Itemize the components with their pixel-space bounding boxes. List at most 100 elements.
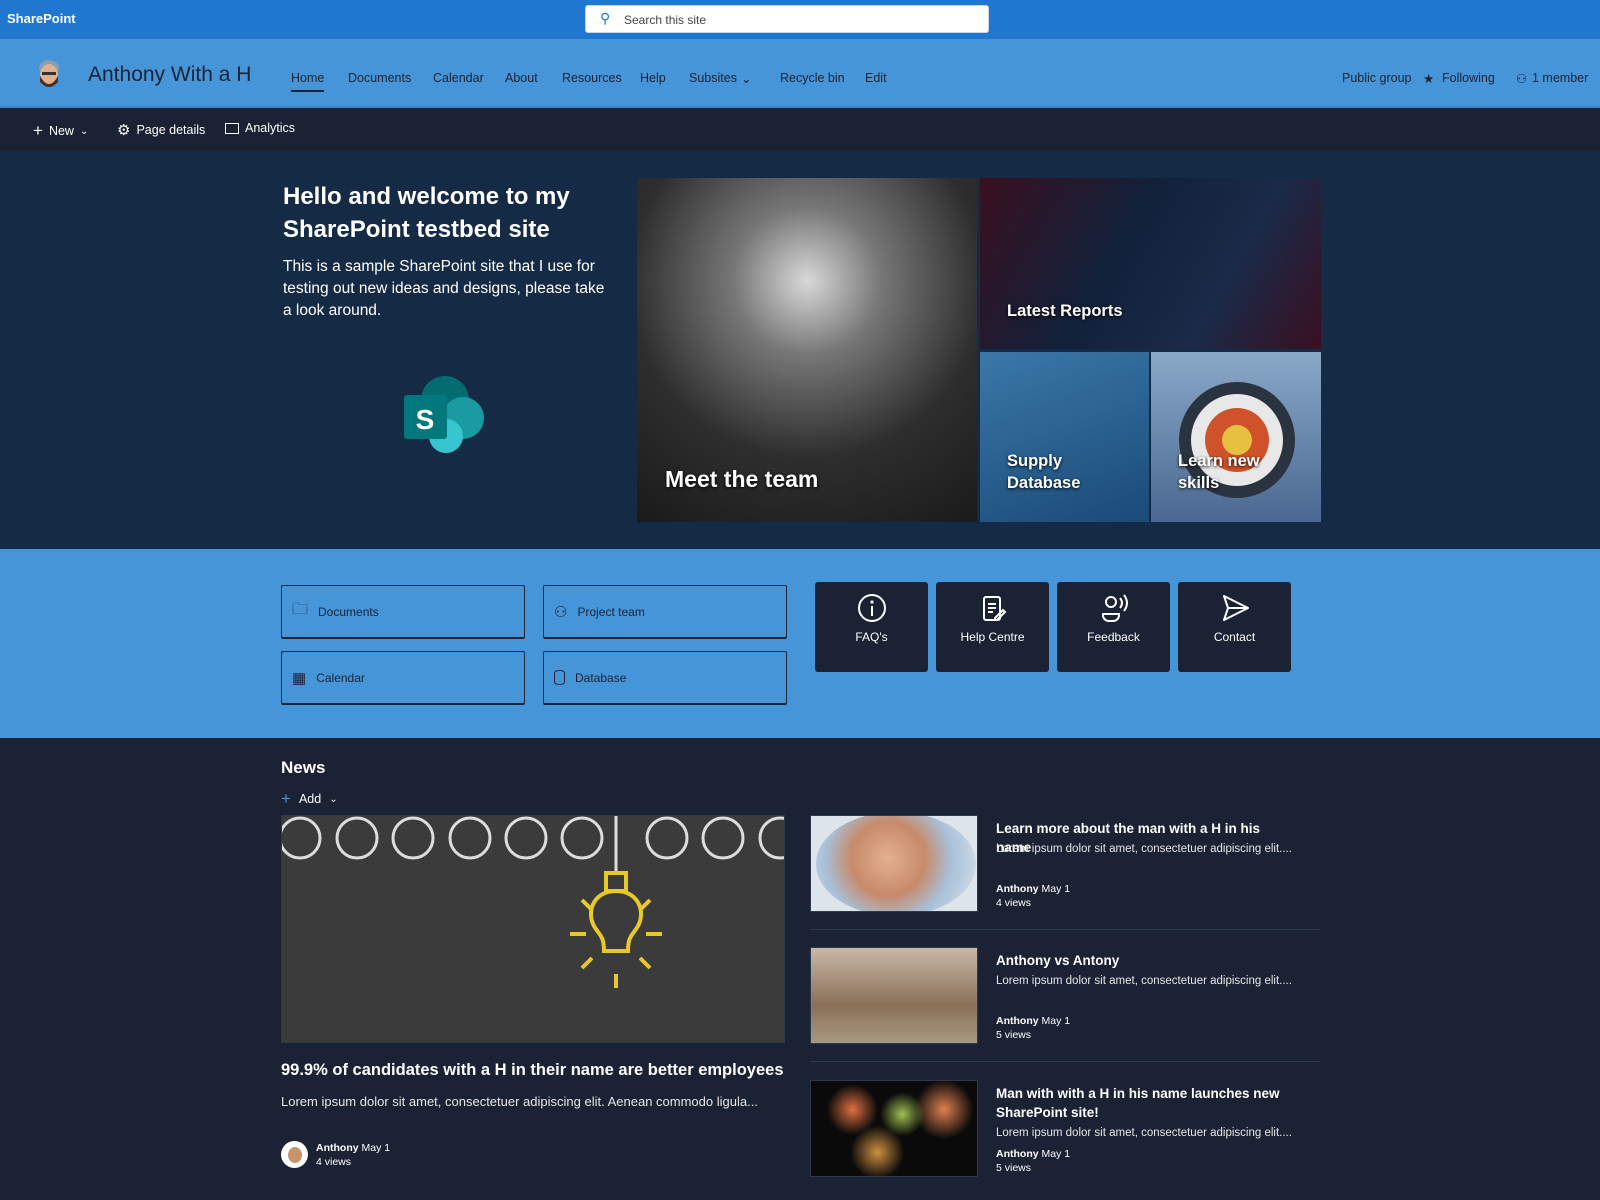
tile-help-centre[interactable]: Help Centre: [936, 582, 1049, 672]
news-description: Lorem ipsum dolor sit amet, consectetuer…: [996, 1127, 1292, 1139]
news-thumbnail: [810, 815, 978, 912]
folder-icon: 🗀: [292, 601, 309, 618]
news-date: May 1: [361, 1142, 391, 1154]
nav-edit[interactable]: Edit: [865, 71, 887, 85]
news-meta: Anthony May 1 5 views: [996, 1014, 1070, 1042]
news-meta: Anthony May 1 5 views: [996, 1147, 1070, 1175]
public-group-label: Public group: [1342, 71, 1412, 85]
site-logo-avatar[interactable]: [36, 58, 62, 90]
page-details-label: Page details: [136, 123, 206, 137]
tile-label: Feedback: [1087, 630, 1140, 644]
following-button[interactable]: Following: [1442, 71, 1495, 85]
news-description: Lorem ipsum dolor sit amet, consectetuer…: [996, 975, 1292, 987]
star-icon[interactable]: ★: [1423, 71, 1434, 86]
hero-description: This is a sample SharePoint site that I …: [283, 258, 605, 319]
gear-icon: ⚙: [117, 122, 131, 139]
tile-label: Help Centre: [960, 630, 1025, 644]
site-title[interactable]: Anthony With a H: [88, 63, 251, 87]
nav-about[interactable]: About: [505, 71, 538, 85]
sharepoint-app-link[interactable]: SharePoint: [7, 11, 76, 26]
divider: [810, 1061, 1320, 1062]
lightbulb-illustration: [282, 816, 784, 988]
tile-feedback[interactable]: Feedback: [1057, 582, 1170, 672]
send-icon: [1222, 595, 1249, 621]
quick-link-calendar[interactable]: ▦ Calendar: [281, 651, 525, 704]
news-item[interactable]: Man with with a H in his name launches n…: [810, 1080, 1320, 1180]
news-title: Anthony vs Antony: [996, 953, 1120, 968]
featured-news-title[interactable]: 99.9% of candidates with a H in their na…: [281, 1061, 784, 1080]
analytics-label: Analytics: [245, 121, 296, 135]
news-date: May 1: [1041, 1148, 1071, 1160]
view-count: 5 views: [996, 1029, 1032, 1041]
add-label: Add: [298, 792, 322, 806]
svg-text:S: S: [416, 404, 435, 435]
author-name: Anthony: [996, 1148, 1039, 1160]
search-input[interactable]: ⚲ Search this site: [585, 5, 989, 33]
quick-link-documents[interactable]: 🗀 Documents: [281, 585, 525, 638]
quick-link-project-team[interactable]: ⚇ Project team: [543, 585, 787, 638]
featured-news-meta: Anthony May 1 4 views: [316, 1141, 390, 1169]
nav-resources[interactable]: Resources: [562, 71, 622, 85]
analytics-icon: [225, 122, 239, 134]
quick-link-label: Project team: [577, 604, 645, 619]
news-item[interactable]: Anthony vs Antony Lorem ipsum dolor sit …: [810, 947, 1320, 1047]
database-icon: [554, 670, 565, 685]
chevron-down-icon[interactable]: ⌄: [741, 71, 751, 86]
tile-label: FAQ's: [855, 630, 888, 644]
featured-news-image[interactable]: [281, 815, 785, 1043]
people-star-icon: ⚇: [554, 603, 568, 621]
featured-news-description: Lorem ipsum dolor sit amet, consectetuer…: [281, 1094, 758, 1109]
author-avatar: [281, 1141, 308, 1168]
members-button[interactable]: 1 member: [1532, 71, 1588, 85]
tile-faqs[interactable]: FAQ's: [815, 582, 928, 672]
quick-link-label: Database: [575, 670, 627, 685]
news-thumbnail: [810, 1080, 978, 1177]
tile-label: Meet the team: [665, 466, 819, 492]
quick-link-label: Calendar: [316, 670, 365, 685]
news-thumbnail: [810, 947, 978, 1044]
tile-label: Latest Reports: [1007, 302, 1123, 320]
new-label: New: [48, 124, 74, 138]
nav-help[interactable]: Help: [640, 71, 666, 85]
hero-tile-learn-new-skills[interactable]: Learn new skills: [1151, 352, 1321, 522]
hero-tile-latest-reports[interactable]: Latest Reports: [980, 178, 1321, 349]
person-icon: ⚇: [1516, 72, 1528, 86]
news-item[interactable]: Learn more about the man with a H in his…: [810, 815, 1320, 915]
news-add-button[interactable]: + Add ⌄: [281, 789, 338, 809]
news-title: Man with with a H in his name launches n…: [996, 1086, 1280, 1120]
nav-documents[interactable]: Documents: [348, 71, 411, 85]
tile-label: Contact: [1213, 630, 1256, 644]
view-count: 5 views: [996, 1162, 1032, 1174]
info-icon: [857, 594, 886, 622]
page-details-button[interactable]: ⚙ Page details: [117, 121, 205, 139]
nav-home[interactable]: Home: [291, 71, 325, 92]
search-placeholder: Search this site: [624, 13, 707, 27]
analytics-button[interactable]: Analytics: [225, 121, 295, 135]
search-icon: ⚲: [600, 10, 611, 26]
new-button[interactable]: + New ⌄: [33, 121, 88, 141]
calendar-icon: ▦: [292, 669, 307, 687]
tile-contact[interactable]: Contact: [1178, 582, 1291, 672]
quick-link-database[interactable]: Database: [543, 651, 787, 704]
divider: [810, 929, 1320, 930]
plus-icon: +: [281, 789, 291, 808]
news-description: Lorem ipsum dolor sit amet, consectetuer…: [996, 843, 1292, 855]
quick-link-label: Documents: [318, 604, 379, 619]
plus-icon: +: [33, 121, 43, 140]
chevron-down-icon: ⌄: [329, 793, 338, 805]
nav-subsites[interactable]: Subsites: [689, 71, 737, 85]
hero-tile-supply-database[interactable]: Supply Database: [980, 352, 1149, 522]
nav-recycle-bin[interactable]: Recycle bin: [780, 71, 845, 85]
author-name: Anthony: [996, 1015, 1039, 1027]
nav-calendar[interactable]: Calendar: [433, 71, 484, 85]
notepad-edit-icon: [982, 596, 1006, 621]
person-feedback-icon: [1101, 594, 1128, 623]
news-meta: Anthony May 1 4 views: [996, 882, 1070, 910]
news-date: May 1: [1041, 883, 1071, 895]
hero-tile-meet-the-team[interactable]: Meet the team: [637, 178, 977, 522]
author-name: Anthony: [316, 1142, 359, 1154]
sharepoint-logo: S: [404, 376, 484, 453]
news-date: May 1: [1041, 1015, 1071, 1027]
hero-title: Hello and welcome to my SharePoint testb…: [283, 183, 570, 243]
news-heading: News: [281, 758, 326, 777]
